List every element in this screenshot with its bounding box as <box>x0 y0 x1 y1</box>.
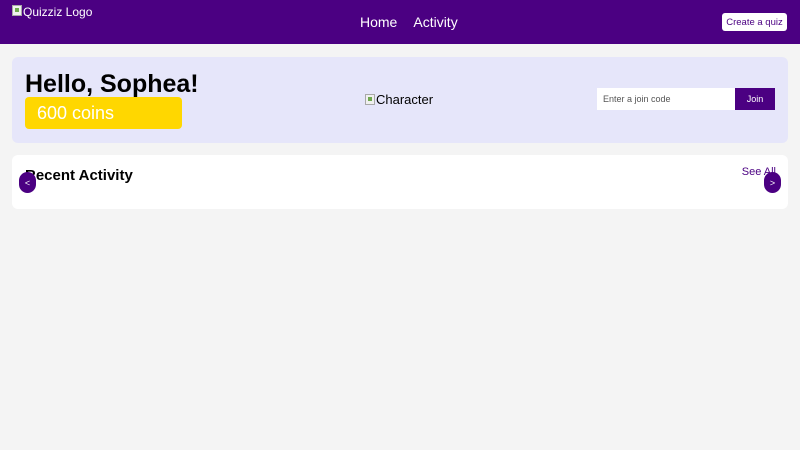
create-quiz-button[interactable]: Create a quiz <box>722 13 787 31</box>
main-nav: Home Activity <box>360 14 458 30</box>
recent-activity-heading: Recent Activity <box>25 167 133 184</box>
greeting-heading: Hello, Sophea! <box>25 70 199 98</box>
top-navbar: Quizziz Logo Home Activity Create a quiz <box>0 0 800 44</box>
nav-activity-link[interactable]: Activity <box>413 14 457 30</box>
carousel-next-button[interactable]: > <box>764 172 781 193</box>
character-alt-text: Character <box>376 92 434 107</box>
character-image: Character <box>365 92 433 107</box>
welcome-panel: Hello, Sophea! 600 coins Character Join <box>12 57 788 143</box>
broken-image-icon <box>365 94 375 105</box>
join-form: Join <box>597 88 775 110</box>
broken-image-icon <box>12 5 22 16</box>
logo[interactable]: Quizziz Logo <box>12 5 92 19</box>
coins-badge: 600 coins <box>25 97 182 129</box>
carousel-prev-button[interactable]: < <box>19 172 36 193</box>
logo-alt-text: Quizziz Logo <box>23 5 93 19</box>
recent-activity-panel: Recent Activity See All < > <box>12 155 788 209</box>
nav-home-link[interactable]: Home <box>360 14 397 30</box>
join-button[interactable]: Join <box>735 88 775 110</box>
join-code-input[interactable] <box>597 88 735 110</box>
